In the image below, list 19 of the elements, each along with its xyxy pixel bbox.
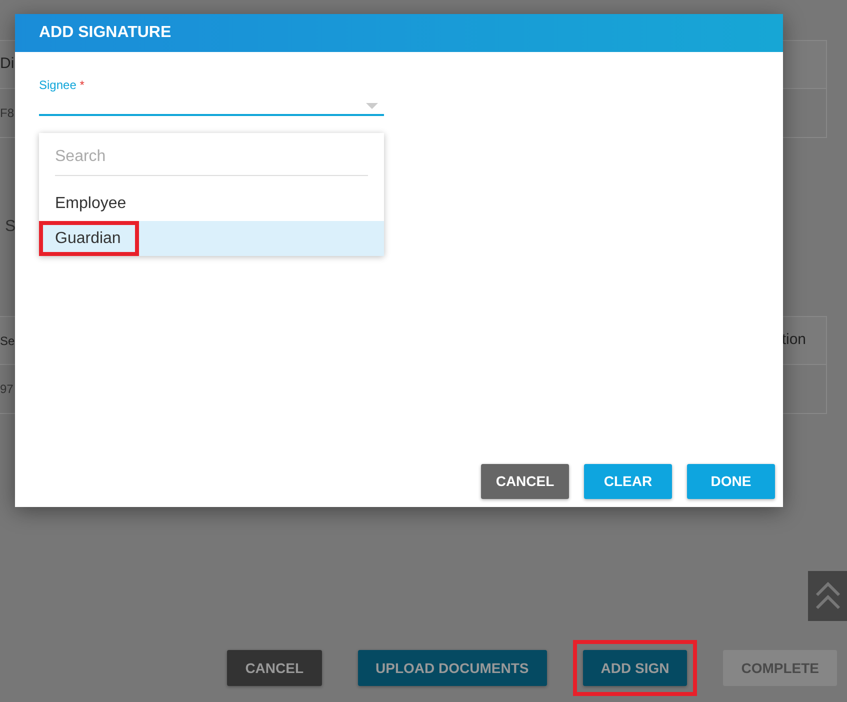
dropdown-option[interactable]: Guardian — [39, 221, 384, 256]
table-cell-text: F8 — [0, 105, 14, 122]
section-title: S — [4, 217, 16, 237]
dialog-button[interactable]: CLEAR — [584, 464, 672, 499]
action-button[interactable]: ADD SIGN — [582, 650, 688, 686]
dialog-title: ADD SIGNATURE — [15, 14, 783, 52]
column-header: tion — [782, 330, 806, 350]
table-cell-text: 97 — [0, 381, 14, 398]
action-button[interactable]: CANCEL — [227, 650, 322, 686]
column-header: Di — [0, 54, 14, 74]
dropdown-option[interactable]: Employee — [39, 186, 384, 221]
double-chevron-up-icon — [815, 581, 841, 611]
dialog-button[interactable]: CANCEL — [481, 464, 569, 499]
action-button[interactable]: UPLOAD DOCUMENTS — [358, 650, 547, 686]
caret-icon — [366, 103, 378, 109]
column-header: Se — [0, 332, 15, 350]
scroll-top-button[interactable] — [808, 571, 847, 621]
dialog-button[interactable]: DONE — [687, 464, 775, 499]
field-label: Signee * — [39, 77, 86, 94]
